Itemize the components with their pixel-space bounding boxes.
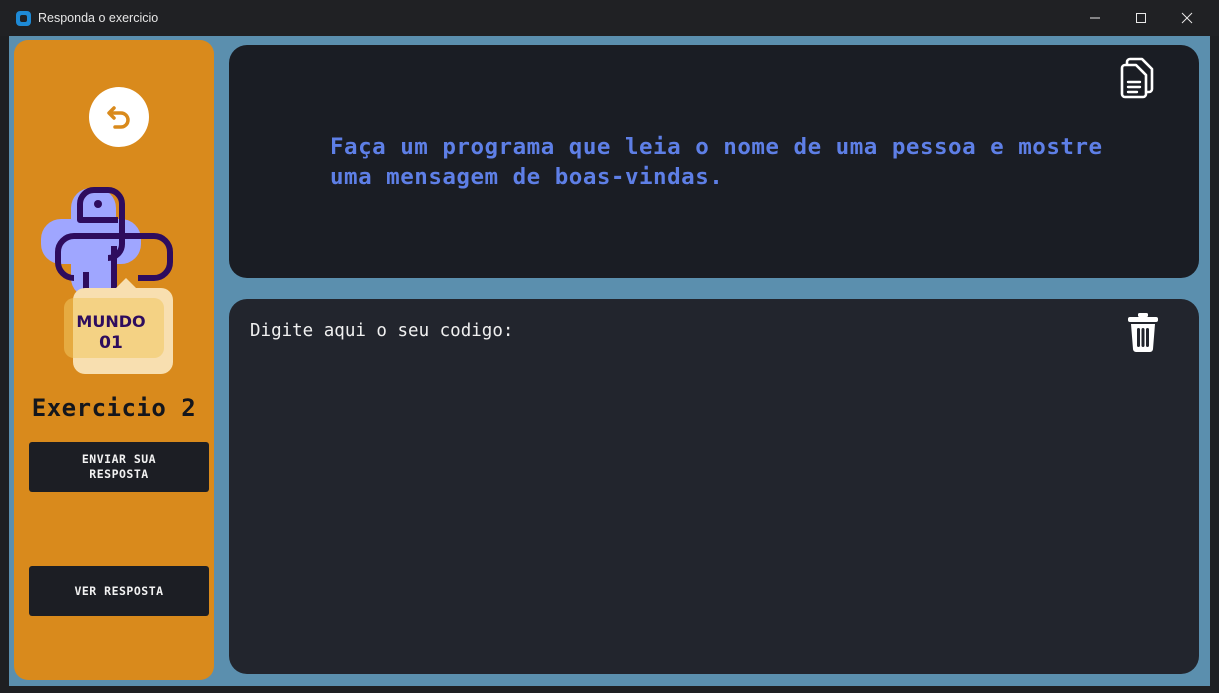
app-client-area: MUNDO 01 Exercicio 2 ENVIAR SUA RESPOSTA… [9, 36, 1210, 686]
minimize-button[interactable] [1072, 0, 1118, 36]
question-panel: Faça um programa que leia o nome de uma … [229, 45, 1199, 278]
app-icon [16, 11, 31, 26]
clear-code-button[interactable] [1125, 311, 1161, 353]
back-button[interactable] [89, 87, 149, 147]
mundo-badge: MUNDO 01 [64, 278, 173, 374]
close-button[interactable] [1164, 0, 1210, 36]
undo-arrow-icon [107, 106, 130, 129]
code-input[interactable]: Digite aqui o seu codigo: [250, 321, 1110, 651]
sidebar: MUNDO 01 Exercicio 2 ENVIAR SUA RESPOSTA… [14, 40, 214, 680]
python-icon [41, 187, 173, 305]
minimize-icon [1090, 17, 1100, 19]
title-bar: Responda o exercicio [0, 0, 1219, 36]
maximize-icon [1136, 13, 1146, 23]
exercise-title: Exercicio 2 [31, 394, 197, 422]
code-panel: Digite aqui o seu codigo: [229, 299, 1199, 674]
python-mundo-logo: MUNDO 01 [38, 184, 198, 384]
badge-line1: MUNDO [76, 312, 145, 331]
question-text: Faça um programa que leia o nome de uma … [330, 134, 1103, 190]
window-title: Responda o exercicio [38, 11, 159, 25]
badge-line2: 01 [99, 333, 123, 353]
close-icon [1181, 12, 1193, 24]
copy-button[interactable] [1117, 57, 1157, 99]
maximize-button[interactable] [1118, 0, 1164, 36]
copy-document-icon [1120, 57, 1154, 99]
send-answer-label: ENVIAR SUA RESPOSTA [81, 452, 157, 481]
send-answer-button[interactable]: ENVIAR SUA RESPOSTA [29, 442, 209, 492]
trash-icon [1128, 313, 1158, 352]
see-answer-button[interactable]: VER RESPOSTA [29, 566, 209, 616]
see-answer-label: VER RESPOSTA [74, 583, 164, 598]
